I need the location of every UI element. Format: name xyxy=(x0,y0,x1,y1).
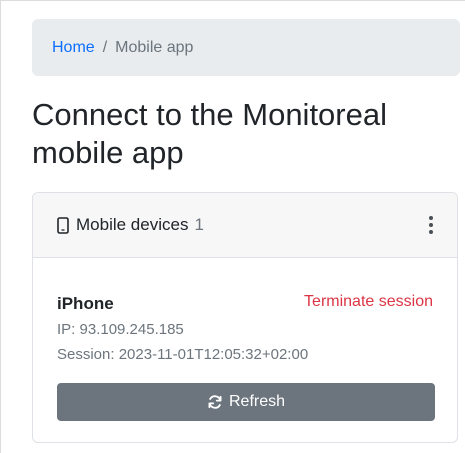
device-ip: IP: 93.109.245.185 xyxy=(57,321,184,338)
terminate-session-link[interactable]: Terminate session xyxy=(304,293,433,311)
refresh-icon xyxy=(208,395,222,409)
mobile-phone-icon xyxy=(57,216,69,234)
breadcrumb-current: Mobile app xyxy=(115,38,194,56)
page-frame: Home / Mobile app Connect to the Monitor… xyxy=(0,0,465,453)
breadcrumb-separator: / xyxy=(102,38,108,56)
breadcrumb-home-link[interactable]: Home xyxy=(52,39,95,57)
device-session: Session: 2023-11-01T12:05:32+02:00 xyxy=(57,346,309,363)
page-title: Connect to the Monitoreal mobile app xyxy=(32,97,387,170)
kebab-menu-icon[interactable] xyxy=(421,213,441,237)
device-count: 1 xyxy=(194,215,204,234)
device-name: iPhone xyxy=(57,294,114,313)
breadcrumb: Home / Mobile app xyxy=(32,19,460,76)
mobile-devices-card: Mobile devices 1 iPhone Terminate sessio… xyxy=(32,192,458,443)
refresh-label: Refresh xyxy=(228,393,286,410)
card-header-title: Mobile devices xyxy=(76,215,189,234)
card-header: Mobile devices 1 xyxy=(33,193,457,258)
refresh-button[interactable]: Refresh xyxy=(57,383,435,421)
